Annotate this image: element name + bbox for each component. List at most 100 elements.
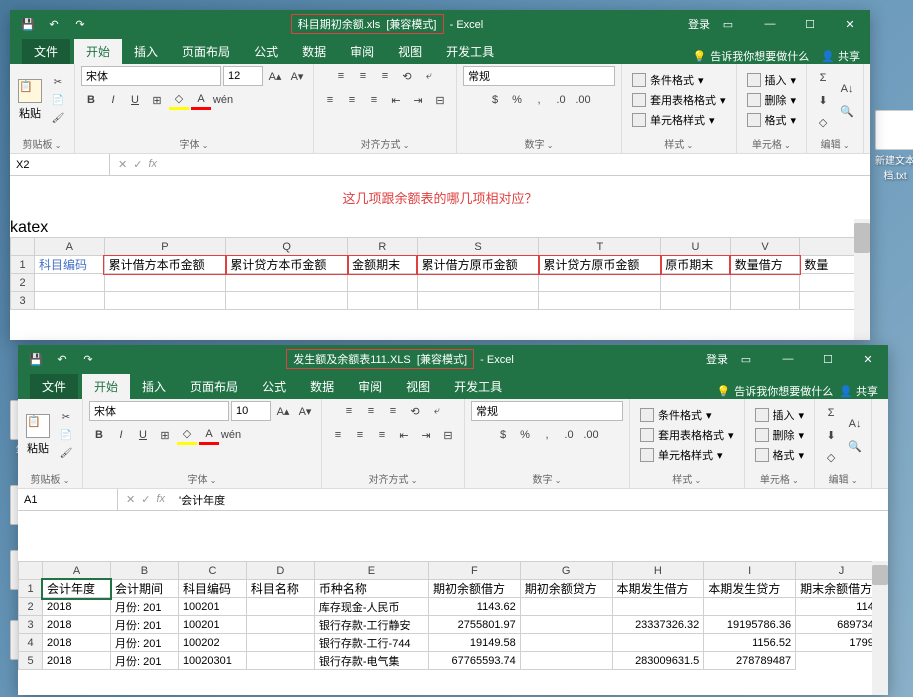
cond-format-button[interactable]: 条件格式 ▾ (628, 71, 730, 89)
login-link[interactable]: 登录 (688, 16, 710, 32)
cell[interactable]: 银行存款-工行静安 (314, 616, 428, 634)
minimize-icon[interactable]: — (750, 10, 790, 38)
col-head[interactable]: D (246, 562, 314, 580)
redo-icon[interactable]: ↷ (78, 349, 98, 369)
format-cells-button[interactable]: 格式 ▾ (751, 446, 809, 464)
font-color-button[interactable]: A (199, 425, 219, 445)
border-button[interactable]: ⊞ (147, 90, 167, 110)
cancel-fx-icon[interactable]: ✕ (118, 158, 127, 171)
save-icon[interactable]: 💾 (18, 14, 38, 34)
cell[interactable]: 科目编码 (35, 256, 105, 274)
indent-inc-icon[interactable]: ⇥ (416, 425, 436, 445)
copy-icon[interactable]: 📄 (48, 92, 68, 108)
autosum-icon[interactable]: Σ (813, 68, 833, 88)
cell[interactable]: 会计期间 (110, 580, 178, 598)
cell[interactable]: 2018 (43, 652, 111, 670)
copy-icon[interactable]: 📄 (56, 427, 76, 443)
fill-color-button[interactable]: ◇ (177, 425, 197, 445)
bold-button[interactable]: B (89, 425, 109, 445)
formula-input[interactable]: '会计年度 (173, 492, 888, 508)
save-icon[interactable]: 💾 (26, 349, 46, 369)
name-box[interactable]: A1 (18, 489, 118, 510)
format-cells-button[interactable]: 格式 ▾ (743, 111, 801, 129)
tell-me[interactable]: 💡告诉我你想要做什么 (693, 48, 810, 64)
align-center-icon[interactable]: ≡ (342, 90, 362, 110)
comma-icon[interactable]: , (537, 425, 557, 445)
close-icon[interactable]: ✕ (848, 345, 888, 373)
col-head[interactable]: S (417, 238, 539, 256)
table-format-button[interactable]: 套用表格格式 ▾ (636, 426, 738, 444)
cell[interactable]: 100202 (178, 634, 246, 652)
fill-icon[interactable]: ⬇ (821, 425, 841, 445)
insert-cells-button[interactable]: 插入 ▾ (751, 406, 809, 424)
format-painter-icon[interactable]: 🖌 (48, 110, 68, 126)
shrink-font-icon[interactable]: A▾ (295, 401, 315, 421)
row-head[interactable]: 2 (19, 598, 43, 616)
cell[interactable] (246, 616, 314, 634)
currency-icon[interactable]: $ (485, 90, 505, 110)
underline-button[interactable]: U (133, 425, 153, 445)
col-head[interactable]: V (730, 238, 800, 256)
underline-button[interactable]: U (125, 90, 145, 110)
shrink-font-icon[interactable]: A▾ (287, 66, 307, 86)
maximize-icon[interactable]: ☐ (808, 345, 848, 373)
cell[interactable] (520, 616, 612, 634)
tab-layout[interactable]: 页面布局 (170, 39, 242, 64)
cancel-fx-icon[interactable]: ✕ (126, 493, 135, 506)
align-left-icon[interactable]: ≡ (320, 90, 340, 110)
cell[interactable]: 月份: 201 (110, 616, 178, 634)
col-head[interactable]: H (612, 562, 704, 580)
currency-icon[interactable]: $ (493, 425, 513, 445)
enter-fx-icon[interactable]: ✓ (133, 158, 142, 171)
cell[interactable]: 月份: 201 (110, 598, 178, 616)
fx-icon[interactable]: fx (148, 158, 157, 171)
col-head[interactable]: Q (226, 238, 348, 256)
align-bot-icon[interactable]: ≡ (383, 401, 403, 421)
tab-home[interactable]: 开始 (74, 39, 122, 64)
format-painter-icon[interactable]: 🖌 (56, 445, 76, 461)
fill-icon[interactable]: ⬇ (813, 90, 833, 110)
tab-view[interactable]: 视图 (394, 374, 442, 399)
vertical-scrollbar[interactable] (854, 219, 870, 340)
merge-icon[interactable]: ⊟ (430, 90, 450, 110)
cell[interactable]: 2018 (43, 598, 111, 616)
wrap-text-icon[interactable]: ⤶ (427, 401, 447, 421)
cell[interactable]: 67765593.74 (428, 652, 520, 670)
phonetic-button[interactable]: wén (213, 90, 233, 110)
tab-dev[interactable]: 开发工具 (442, 374, 514, 399)
insert-cells-button[interactable]: 插入 ▾ (743, 71, 801, 89)
font-size-select[interactable] (231, 401, 271, 421)
row-head[interactable]: 5 (19, 652, 43, 670)
cell[interactable]: 1156.52 (704, 634, 796, 652)
tab-formulas[interactable]: 公式 (250, 374, 298, 399)
worksheet[interactable]: katex A P Q R S T U V 1 科目编码 累计借方本币金额 累计… (10, 219, 870, 340)
indent-dec-icon[interactable]: ⇤ (386, 90, 406, 110)
align-right-icon[interactable]: ≡ (364, 90, 384, 110)
row-head[interactable]: 2 (11, 274, 35, 292)
share-button[interactable]: 👤 共享 (839, 383, 878, 399)
select-all-corner[interactable] (19, 562, 43, 580)
col-head[interactable]: A (43, 562, 111, 580)
cell[interactable]: 累计借方本币金额 (104, 256, 226, 274)
delete-cells-button[interactable]: 删除 ▾ (751, 426, 809, 444)
inc-decimal-icon[interactable]: .0 (559, 425, 579, 445)
login-link[interactable]: 登录 (706, 351, 728, 367)
cell-style-button[interactable]: 单元格样式 ▾ (636, 446, 738, 464)
tab-review[interactable]: 审阅 (346, 374, 394, 399)
align-left-icon[interactable]: ≡ (328, 425, 348, 445)
align-mid-icon[interactable]: ≡ (353, 66, 373, 86)
number-format-select[interactable] (463, 66, 615, 86)
cell[interactable]: 19195786.36 (704, 616, 796, 634)
font-name-select[interactable] (89, 401, 229, 421)
grow-font-icon[interactable]: A▴ (265, 66, 285, 86)
tab-insert[interactable]: 插入 (130, 374, 178, 399)
bold-button[interactable]: B (81, 90, 101, 110)
cond-format-button[interactable]: 条件格式 ▾ (636, 406, 738, 424)
vertical-scrollbar[interactable] (872, 561, 888, 695)
indent-inc-icon[interactable]: ⇥ (408, 90, 428, 110)
align-right-icon[interactable]: ≡ (372, 425, 392, 445)
cell[interactable]: 100201 (178, 598, 246, 616)
cell[interactable]: 2018 (43, 616, 111, 634)
cell[interactable]: 1143.62 (428, 598, 520, 616)
cell[interactable] (520, 598, 612, 616)
